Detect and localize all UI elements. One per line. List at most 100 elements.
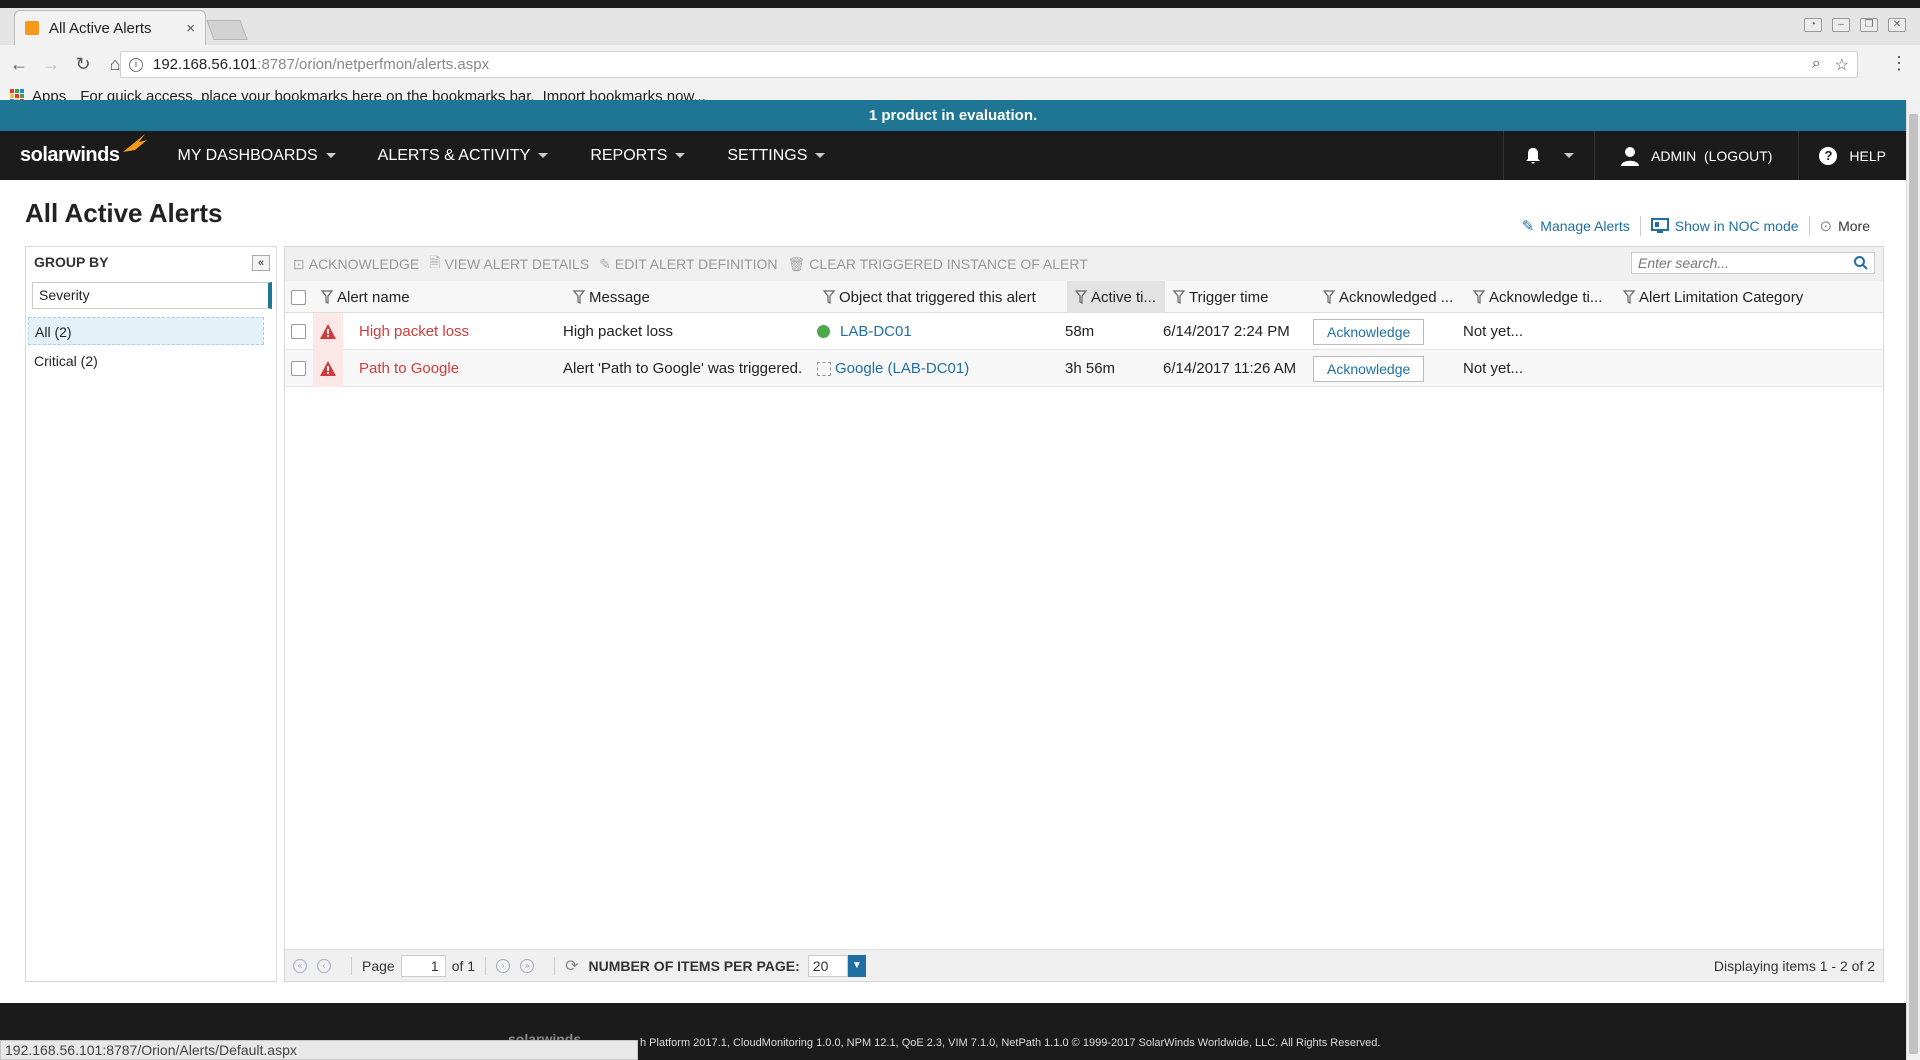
bookmark-star-icon[interactable]: ☆ xyxy=(1835,55,1849,75)
filter-icon[interactable] xyxy=(573,290,585,304)
first-page-icon[interactable]: « xyxy=(293,958,307,973)
chevron-down-icon xyxy=(325,153,336,158)
col-acknowledge-time[interactable]: Acknowledge ti... xyxy=(1473,281,1613,313)
filter-icon[interactable] xyxy=(823,290,835,304)
grid-pager: « ‹ Page 1 of 1 › » ⟳ NUMBER OF ITEMS PE… xyxy=(285,949,1883,981)
group-by-title: GROUP BY xyxy=(34,254,109,270)
select-all-checkbox[interactable] xyxy=(291,281,311,313)
col-alert-limitation[interactable]: Alert Limitation Category xyxy=(1623,281,1843,313)
manage-alerts-link[interactable]: ✎ Manage Alerts xyxy=(1512,217,1640,235)
alert-name-link[interactable]: High packet loss xyxy=(359,313,469,350)
forward-arrow-icon[interactable]: → xyxy=(38,54,64,75)
last-page-icon[interactable]: » xyxy=(520,958,535,973)
profile-icon[interactable]: ◔ xyxy=(1804,18,1822,32)
acknowledge-row-cell: Acknowledge xyxy=(1313,350,1425,387)
browser-menu-icon[interactable]: ⋮ xyxy=(1890,53,1908,74)
os-top-strip xyxy=(0,0,1920,8)
acknowledge-time: Not yet... xyxy=(1463,360,1524,377)
notifications-button[interactable] xyxy=(1504,147,1594,165)
help-icon: ? xyxy=(1819,146,1838,165)
acknowledge-icon: ⊡ xyxy=(293,255,305,272)
page-label: Page xyxy=(362,957,395,974)
main-navbar: solarwinds MY DASHBOARDS ALERTS & ACTIVI… xyxy=(0,131,1906,180)
filter-icon[interactable] xyxy=(1623,290,1635,304)
pencil-icon: ✎ xyxy=(1521,218,1535,235)
solarwinds-logo[interactable]: solarwinds xyxy=(20,134,148,167)
object-link[interactable]: LAB-DC01 xyxy=(840,323,912,340)
object-cell: LAB-DC01 xyxy=(817,313,912,350)
col-active-time[interactable]: Active ti... xyxy=(1067,281,1165,313)
url-path: :8787/orion/netperfmon/alerts.aspx xyxy=(257,56,490,73)
acknowledge-time: Not yet... xyxy=(1463,323,1524,340)
page-number-input[interactable]: 1 xyxy=(400,954,446,977)
edit-alert-definition-button[interactable]: ✎ EDIT ALERT DEFINITION xyxy=(599,256,777,273)
clear-triggered-instance-button[interactable]: 🗑 CLEAR TRIGGERED INSTANCE OF ALERT xyxy=(788,256,1088,273)
filter-icon[interactable] xyxy=(1173,290,1185,304)
filter-icon[interactable] xyxy=(321,290,333,304)
col-object[interactable]: Object that triggered this alert xyxy=(823,281,1063,313)
chevron-down-icon xyxy=(675,153,686,158)
col-alert-name[interactable]: Alert name xyxy=(321,281,563,313)
acknowledge-button[interactable]: ⊡ ACKNOWLEDGE xyxy=(293,256,419,273)
noc-monitor-icon xyxy=(1650,218,1669,233)
zoom-icon[interactable]: ⌕ xyxy=(1812,55,1821,75)
filter-icon[interactable] xyxy=(1473,290,1485,304)
new-tab-button[interactable] xyxy=(206,20,248,40)
site-info-icon[interactable]: i xyxy=(129,57,143,72)
table-row[interactable]: Path to Google Alert 'Path to Google' wa… xyxy=(285,350,1883,387)
row-checkbox[interactable] xyxy=(291,350,306,387)
view-alert-details-button[interactable]: 🗎 VIEW ALERT DETAILS xyxy=(429,252,589,276)
chevron-down-icon xyxy=(538,153,549,158)
search-icon[interactable] xyxy=(1848,253,1874,273)
alerts-grid: ⊡ ACKNOWLEDGE 🗎 VIEW ALERT DETAILS ✎ EDIT A… xyxy=(284,246,1884,982)
evaluation-banner[interactable]: 1 product in evaluation. xyxy=(0,100,1906,131)
row-checkbox[interactable] xyxy=(291,313,306,350)
group-item-critical[interactable]: Critical (2) xyxy=(28,347,264,375)
filter-icon[interactable] xyxy=(1323,290,1335,304)
footer-copyright: h Platform 2017.1, CloudMonitoring 1.0.0… xyxy=(640,1037,1381,1049)
refresh-icon[interactable]: ⟳ xyxy=(565,956,578,976)
filter-icon[interactable] xyxy=(1075,290,1087,304)
back-arrow-icon[interactable]: ← xyxy=(6,54,32,75)
col-trigger-time[interactable]: Trigger time xyxy=(1173,281,1323,313)
reload-icon[interactable]: ↻ xyxy=(70,54,96,75)
close-window-icon[interactable]: ✕ xyxy=(1888,18,1906,32)
alert-name-link[interactable]: Path to Google xyxy=(359,350,459,387)
grid-header: Alert name Message Object that triggered… xyxy=(285,281,1883,313)
chevron-down-icon[interactable]: ▼ xyxy=(847,954,866,977)
url-input[interactable]: i 192.168.56.101 :8787/orion/netperfmon/… xyxy=(120,51,1858,78)
show-noc-mode-link[interactable]: Show in NOC mode xyxy=(1641,218,1809,234)
previous-page-icon[interactable]: ‹ xyxy=(317,958,331,973)
minimize-icon[interactable]: – xyxy=(1832,18,1850,32)
restore-icon[interactable]: ❐ xyxy=(1860,18,1878,32)
nav-alerts-activity[interactable]: ALERTS & ACTIVITY xyxy=(378,147,549,165)
logout-link[interactable]: (LOGOUT) xyxy=(1704,148,1772,164)
nav-my-dashboards[interactable]: MY DASHBOARDS xyxy=(177,147,336,165)
col-message[interactable]: Message xyxy=(573,281,813,313)
page-scrollbar[interactable] xyxy=(1906,100,1920,1060)
displaying-items: Displaying items 1 - 2 of 2 xyxy=(1713,958,1875,974)
page-actions: ✎ Manage Alerts Show in NOC mode ⊙ More xyxy=(1512,216,1880,236)
help-link[interactable]: ? HELP xyxy=(1799,146,1906,165)
more-menu[interactable]: ⊙ More xyxy=(1810,217,1880,235)
browser-tab[interactable]: All Active Alerts × xyxy=(14,10,206,45)
group-item-all[interactable]: All (2) xyxy=(28,317,264,345)
nav-reports[interactable]: REPORTS xyxy=(590,147,686,165)
tab-close-icon[interactable]: × xyxy=(186,20,195,37)
user-menu[interactable]: ADMIN (LOGOUT) xyxy=(1595,146,1798,166)
page-title: All Active Alerts xyxy=(25,198,223,228)
acknowledge-row-button[interactable]: Acknowledge xyxy=(1313,355,1425,382)
object-link[interactable]: Google (LAB-DC01) xyxy=(835,360,969,377)
items-per-page-select[interactable]: 20 xyxy=(807,954,848,977)
table-row[interactable]: High packet loss High packet loss LAB-DC… xyxy=(285,313,1883,350)
acknowledge-row-button[interactable]: Acknowledge xyxy=(1313,318,1425,345)
next-page-icon[interactable]: › xyxy=(496,958,511,973)
nav-settings[interactable]: SETTINGS xyxy=(727,147,826,165)
group-by-select[interactable]: Severity xyxy=(32,282,272,309)
search-input[interactable] xyxy=(1632,255,1848,271)
window-controls: ◔ – ❐ ✕ xyxy=(1804,18,1906,32)
scrollbar-thumb[interactable] xyxy=(1909,114,1918,1054)
collapse-panel-icon[interactable]: « xyxy=(252,255,270,271)
chevron-down-icon xyxy=(1564,153,1575,158)
col-acknowledged-by[interactable]: Acknowledged ... xyxy=(1323,281,1465,313)
